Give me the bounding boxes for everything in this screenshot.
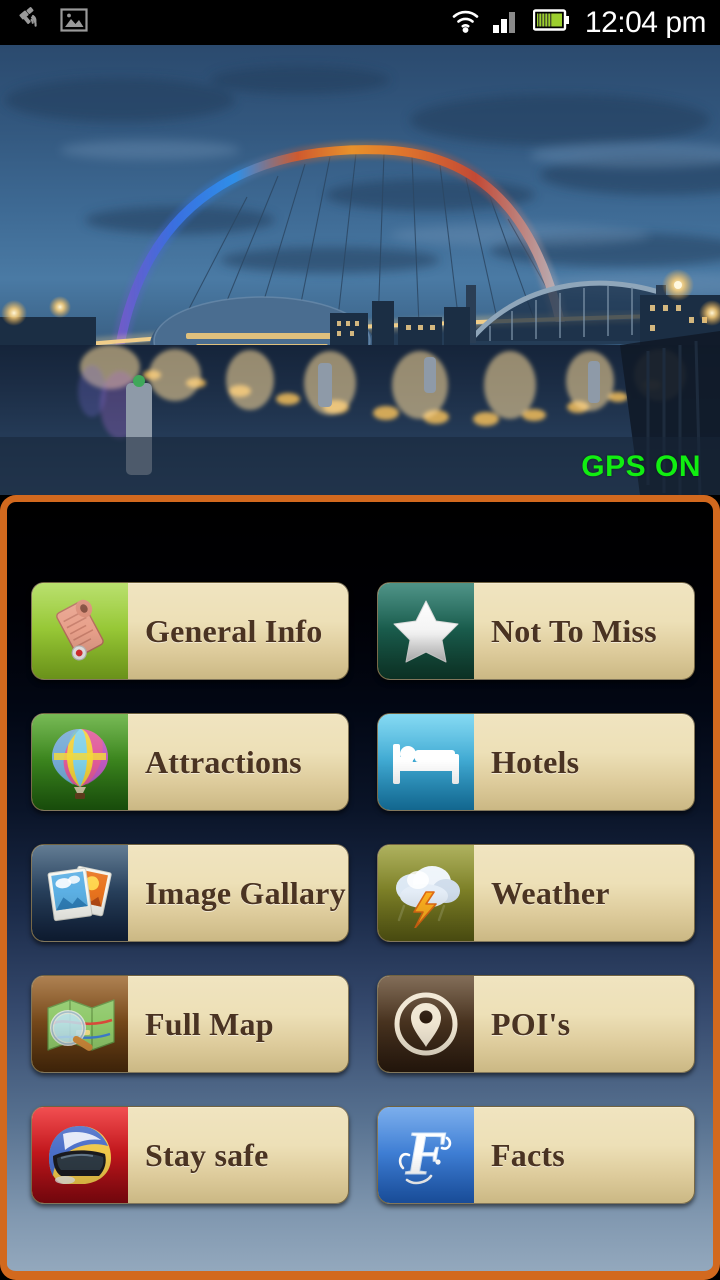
menu-button-full-map[interactable]: Full Map	[31, 975, 349, 1073]
menu-button-image-gallary[interactable]: Image Gallary	[31, 844, 349, 942]
star-icon	[393, 600, 459, 663]
app-screen: 12:04 pm GPS ON General Info Not To Miss…	[0, 0, 720, 1280]
cellular-signal-icon	[492, 6, 522, 39]
menu-button-label: POI's	[491, 1005, 571, 1042]
menu-button-label: Facts	[491, 1136, 565, 1173]
menu-button-pois[interactable]: POI's	[377, 975, 695, 1073]
stay-safe-tile	[32, 1107, 128, 1203]
status-bar-clock: 12:04 pm	[584, 5, 707, 39]
menu-button-label: Stay safe	[145, 1136, 269, 1173]
hotels-tile	[378, 714, 474, 810]
image-gallary-tile	[32, 845, 128, 941]
menu-button-label: Hotels	[491, 743, 580, 780]
menu-button-label: Image Gallary	[145, 874, 346, 911]
menu-button-attractions[interactable]: Attractions	[31, 713, 349, 811]
menu-button-label: Attractions	[145, 743, 302, 780]
menu-button-label: Weather	[491, 874, 610, 911]
menu-button-general-info[interactable]: General Info	[31, 582, 349, 680]
map-pin-circle-icon	[394, 992, 458, 1056]
status-bar-right-icons: 12:04 pm	[450, 6, 720, 39]
wifi-icon	[450, 6, 481, 39]
status-bar: 12:04 pm	[0, 0, 720, 45]
menu-button-label: Full Map	[145, 1005, 274, 1042]
attractions-tile	[32, 714, 128, 810]
pois-tile	[378, 976, 474, 1072]
not-to-miss-tile	[378, 583, 474, 679]
gps-status-badge: GPS ON	[581, 450, 701, 483]
battery-icon	[532, 8, 570, 37]
gps-satellite-icon	[16, 5, 46, 40]
full-map-tile	[32, 976, 128, 1072]
menu-button-label: Not To Miss	[491, 612, 657, 649]
facts-tile: F	[378, 1107, 474, 1203]
folded-map-icon	[47, 999, 115, 1051]
scroll-map-icon	[56, 599, 104, 661]
helmet-icon	[49, 1126, 111, 1184]
storm-cloud-icon	[396, 866, 460, 928]
svg-text:F: F	[404, 1120, 446, 1188]
hero-image-bridge: GPS ON	[0, 45, 720, 495]
menu-grid: General Info Not To Miss Attractions Hot…	[31, 582, 695, 1204]
weather-tile	[378, 845, 474, 941]
menu-button-label: General Info	[145, 612, 323, 649]
photo-stack-icon	[47, 865, 112, 922]
menu-button-facts[interactable]: F Facts	[377, 1106, 695, 1204]
menu-button-not-to-miss[interactable]: Not To Miss	[377, 582, 695, 680]
script-f-icon: F	[398, 1120, 452, 1189]
hot-air-balloon-icon	[52, 729, 108, 799]
image-saved-icon	[60, 6, 88, 39]
general-info-tile	[32, 583, 128, 679]
status-bar-left-icons	[0, 5, 88, 40]
menu-button-weather[interactable]: Weather	[377, 844, 695, 942]
hero-artwork	[0, 45, 720, 495]
menu-button-hotels[interactable]: Hotels	[377, 713, 695, 811]
menu-button-stay-safe[interactable]: Stay safe	[31, 1106, 349, 1204]
bed-icon	[393, 744, 459, 784]
menu-panel: General Info Not To Miss Attractions Hot…	[0, 495, 720, 1280]
